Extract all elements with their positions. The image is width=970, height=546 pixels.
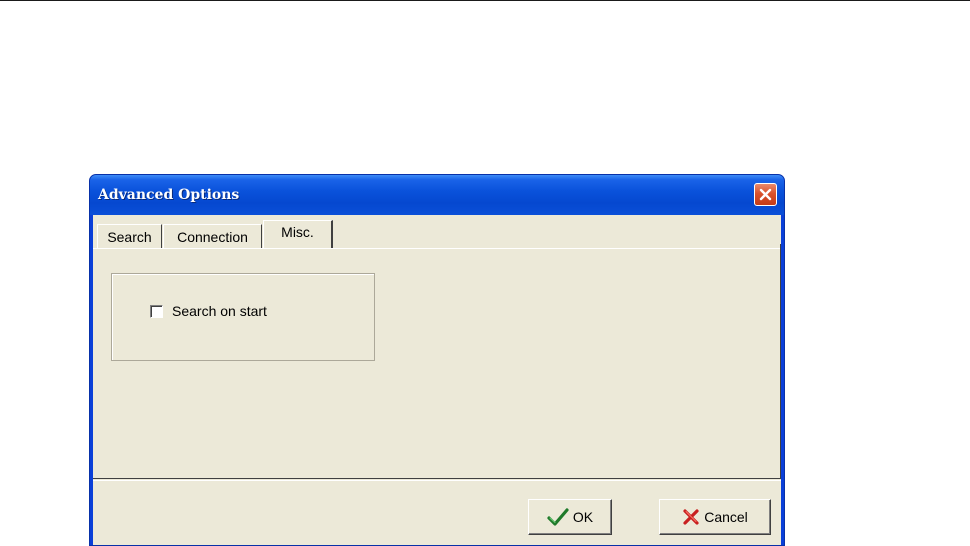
- tab-panel-bottom-edge: [93, 478, 781, 479]
- search-on-start-label[interactable]: Search on start: [172, 303, 267, 319]
- ok-button-label: OK: [572, 509, 594, 525]
- title-bar[interactable]: Advanced Options: [90, 175, 784, 215]
- red-x-icon: [682, 508, 700, 526]
- top-border-line: [0, 0, 970, 1]
- tab-search[interactable]: Search: [97, 224, 162, 248]
- tab-connection[interactable]: Connection: [163, 224, 262, 248]
- tab-strip-divider: [93, 248, 781, 249]
- checkmark-icon: [547, 508, 569, 526]
- close-icon: [759, 188, 772, 201]
- dialog-title: Advanced Options: [98, 187, 240, 203]
- cancel-button[interactable]: Cancel: [659, 499, 771, 535]
- dialog-client-area: Search Connection Misc. Search on start …: [93, 215, 781, 545]
- search-on-start-option[interactable]: Search on start: [150, 303, 267, 319]
- cancel-button-label: Cancel: [704, 509, 748, 525]
- tab-panel-right-edge: [780, 244, 781, 479]
- advanced-options-dialog: Advanced Options Search Connection Misc.…: [89, 174, 785, 546]
- search-on-start-checkbox[interactable]: [150, 304, 163, 318]
- close-button[interactable]: [754, 183, 777, 206]
- tab-misc[interactable]: Misc.: [263, 220, 333, 248]
- misc-options-group: Search on start: [111, 273, 375, 361]
- ok-button[interactable]: OK: [528, 499, 612, 535]
- tab-strip: Search Connection Misc.: [93, 219, 781, 249]
- footer-separator: [93, 480, 781, 481]
